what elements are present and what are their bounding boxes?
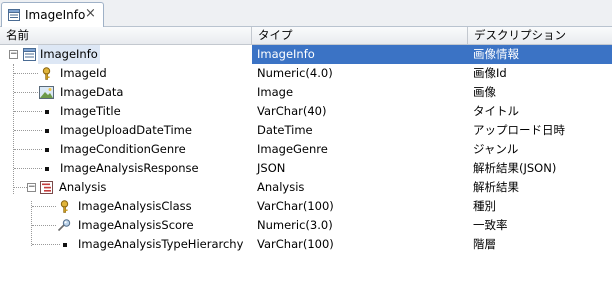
row-description[interactable]: タイトル: [468, 102, 612, 121]
tab-strip: ImageInfo ×: [0, 0, 612, 27]
attribute-bullet-icon: [45, 167, 49, 171]
row-type[interactable]: Analysis: [252, 178, 468, 197]
row-description[interactable]: 一致率: [468, 216, 612, 235]
tree-row[interactable]: ImageAnalysisScore Numeric(3.0) 一致率: [0, 216, 612, 235]
row-description[interactable]: 階層: [468, 235, 612, 254]
structure-grid: 名前 タイプ デスクリプション − ImageInfo ImageInfo 画像…: [0, 27, 612, 281]
row-description[interactable]: アップロード日時: [468, 121, 612, 140]
row-description[interactable]: 解析結果(JSON): [468, 159, 612, 178]
row-type[interactable]: VarChar(40): [252, 102, 468, 121]
tree-row[interactable]: ImageAnalysisResponse JSON 解析結果(JSON): [0, 159, 612, 178]
tree-row[interactable]: ImageData Image 画像: [0, 83, 612, 102]
collapse-toggle[interactable]: −: [9, 50, 18, 59]
tree-row[interactable]: ImageConditionGenre ImageGenre ジャンル: [0, 140, 612, 159]
row-name: ImageAnalysisTypeHierarchy: [78, 237, 244, 251]
row-type[interactable]: DateTime: [252, 121, 468, 140]
row-name: ImageId: [60, 66, 107, 80]
row-name: ImageTitle: [60, 104, 121, 118]
row-name: ImageConditionGenre: [60, 142, 186, 156]
level-icon: [40, 181, 53, 194]
row-name: ImageInfo: [38, 45, 100, 64]
tree-row[interactable]: ImageUploadDateTime DateTime アップロード日時: [0, 121, 612, 140]
row-type[interactable]: ImageGenre: [252, 140, 468, 159]
row-name: ImageAnalysisResponse: [60, 161, 199, 175]
attribute-bullet-icon: [63, 243, 67, 247]
row-name: ImageUploadDateTime: [60, 123, 192, 137]
grid-header: 名前 タイプ デスクリプション: [0, 27, 612, 45]
tree-row-level[interactable]: − Analysis Analysis 解析結果: [0, 178, 612, 197]
image-icon: [39, 86, 54, 99]
column-header-name[interactable]: 名前: [0, 27, 252, 44]
row-description[interactable]: 画像Id: [468, 64, 612, 83]
row-type[interactable]: Numeric(3.0): [252, 216, 468, 235]
row-name: ImageAnalysisScore: [78, 218, 194, 232]
tree-row[interactable]: ImageAnalysisTypeHierarchy VarChar(100) …: [0, 235, 612, 254]
row-type[interactable]: VarChar(100): [252, 197, 468, 216]
row-name: Analysis: [59, 180, 107, 194]
row-description[interactable]: ジャンル: [468, 140, 612, 159]
close-icon[interactable]: ×: [85, 6, 96, 21]
row-type[interactable]: VarChar(100): [252, 235, 468, 254]
tree-row[interactable]: ImageId Numeric(4.0) 画像Id: [0, 64, 612, 83]
row-description[interactable]: 画像情報: [468, 45, 612, 64]
row-type[interactable]: Image: [252, 83, 468, 102]
tree-row[interactable]: ImageAnalysisClass VarChar(100) 種別: [0, 197, 612, 216]
row-name: ImageData: [60, 85, 124, 99]
attribute-bullet-icon: [45, 129, 49, 133]
row-type[interactable]: JSON: [252, 159, 468, 178]
row-description[interactable]: 解析結果: [468, 178, 612, 197]
key-icon: [60, 200, 69, 213]
key-icon: [42, 67, 51, 80]
row-description[interactable]: 種別: [468, 197, 612, 216]
collapse-toggle[interactable]: −: [27, 183, 36, 192]
table-structure-icon: [8, 9, 20, 21]
row-description[interactable]: 画像: [468, 83, 612, 102]
row-type[interactable]: Numeric(4.0): [252, 64, 468, 83]
tab-label: ImageInfo: [25, 8, 86, 22]
tab-imageinfo[interactable]: ImageInfo ×: [1, 2, 104, 27]
column-header-description[interactable]: デスクリプション: [468, 27, 612, 44]
tree-row-root[interactable]: − ImageInfo ImageInfo 画像情報: [0, 45, 612, 64]
tree-row[interactable]: ImageTitle VarChar(40) タイトル: [0, 102, 612, 121]
attribute-bullet-icon: [45, 110, 49, 114]
table-structure-icon: [23, 48, 36, 61]
row-type[interactable]: ImageInfo: [252, 45, 468, 64]
attribute-bullet-icon: [45, 148, 49, 152]
column-header-type[interactable]: タイプ: [252, 27, 468, 44]
formula-icon: [57, 219, 71, 232]
row-name: ImageAnalysisClass: [78, 199, 192, 213]
